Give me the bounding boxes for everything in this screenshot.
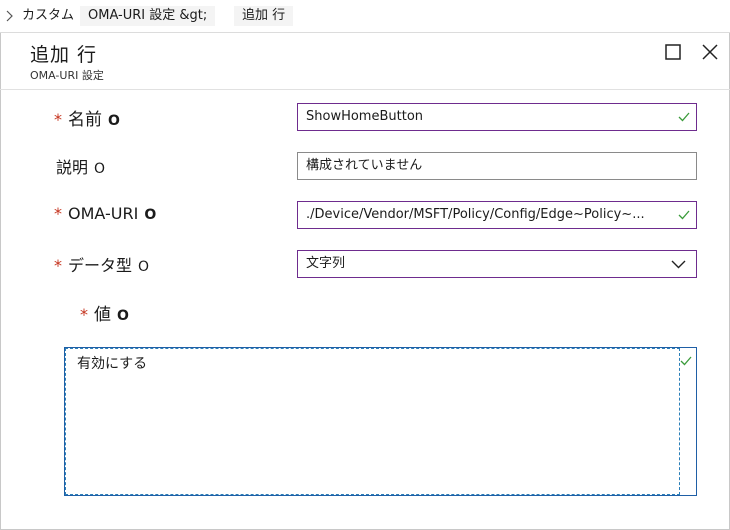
page-title: 追加 行 [30,44,98,66]
breadcrumb-item-add-row[interactable]: 追加 行 [234,6,294,26]
value-label: 値 [94,305,111,325]
chevron-right-icon [6,10,13,22]
description-field[interactable]: 構成されていません [297,152,697,180]
oma-uri-label: OMA-URI [68,204,139,223]
checkmark-icon [678,112,690,122]
breadcrumb-item-oma-uri-settings[interactable]: OMA-URI 設定 &gt; [80,6,216,26]
checkmark-icon [680,356,692,366]
oma-uri-label-group: * OMA-URI O [54,204,156,223]
description-field-value: 構成されていません [306,158,423,173]
value-textarea-text: 有効にする [77,356,148,372]
data-type-label-group: * データ型 O [54,252,149,276]
header-divider [0,89,730,90]
maximize-icon[interactable] [663,42,683,62]
data-type-dropdown[interactable]: 文字列 [297,250,697,278]
required-mark: * [80,305,88,324]
close-icon[interactable] [700,42,720,62]
oma-uri-field[interactable]: ./Device/Vendor/MSFT/Policy/Config/Edge~… [297,201,697,229]
info-icon[interactable]: O [108,113,120,129]
breadcrumb: カスタム OMA-URI 設定 &gt; 追加 行 [0,0,730,33]
data-type-selected: 文字列 [306,256,346,271]
required-mark: * [54,256,62,275]
description-label-group: 説明 O [56,154,105,178]
name-field[interactable]: ShowHomeButton [297,103,697,131]
name-label-group: * 名前 O [54,105,120,130]
info-icon[interactable]: O [117,308,129,324]
checkmark-icon [678,210,690,220]
chevron-down-icon [671,260,686,269]
info-icon[interactable]: O [94,161,105,177]
data-type-label: データ型 [68,256,133,275]
info-icon[interactable]: O [138,259,149,275]
value-textarea[interactable]: 有効にする [64,347,697,496]
required-mark: * [54,110,62,129]
info-icon[interactable]: O [144,207,156,223]
name-label: 名前 [68,110,102,130]
required-mark: * [54,204,62,223]
oma-uri-field-value: ./Device/Vendor/MSFT/Policy/Config/Edge~… [306,207,645,222]
value-label-group: * 値 O [80,300,129,325]
value-textarea-focus-outline [65,348,680,495]
description-label: 説明 [56,158,89,177]
page-subtitle: OMA-URI 設定 [30,69,104,82]
name-field-value: ShowHomeButton [306,109,424,124]
breadcrumb-item-custom[interactable]: カスタム [22,6,74,26]
